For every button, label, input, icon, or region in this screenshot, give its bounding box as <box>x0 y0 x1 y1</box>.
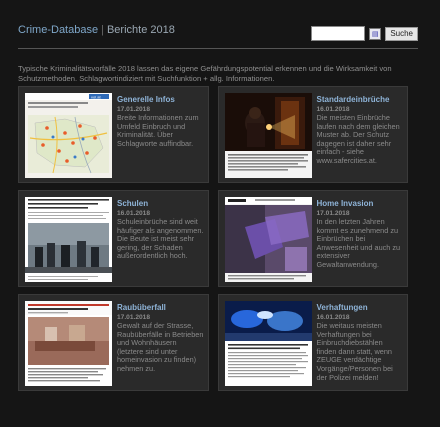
report-date: 17.01.2018 <box>316 210 350 217</box>
report-description: Gewalt auf der Strasse, Raubüberfälle in… <box>117 321 204 373</box>
header-divider <box>18 48 418 49</box>
report-card-home-invasion[interactable]: Home Invasion 17.01.2018 In den letzten … <box>217 190 408 287</box>
report-title[interactable]: Schulen <box>117 199 204 208</box>
robbery-thumbnail-image[interactable] <box>25 301 112 386</box>
page: Crime-Database | Berichte 2018 ▤ Suche Typ… <box>0 0 440 427</box>
report-date: 17.01.2018 <box>117 106 151 113</box>
police-thumbnail-image[interactable] <box>224 301 312 386</box>
search-options-icon[interactable]: ▤ <box>369 27 382 40</box>
report-title[interactable]: Raubüberfall <box>117 303 204 312</box>
report-description: Die meisten Einbrüche laufen nach dem gl… <box>316 113 400 165</box>
map-thumbnail-image[interactable]: vol.at <box>25 93 112 178</box>
school-thumbnail-image[interactable] <box>25 197 112 282</box>
report-date: 16.01.2018 <box>316 106 350 113</box>
report-card-text: Schulen 16.01.2018 Schuleinbrüche sind w… <box>117 199 204 261</box>
report-description: In den letzten Jahren kommt es zunehmend… <box>316 217 401 269</box>
report-card-generelle-infos[interactable]: vol.at Generelle Infos 17.01.2018 Breite… <box>18 86 209 183</box>
report-card-text: Standardeinbrüche 16.01.2018 Die meisten… <box>317 95 404 166</box>
report-title[interactable]: Standardeinbrüche <box>317 95 404 104</box>
report-card-raubueberfall[interactable]: Raubüberfall 17.01.2018 Gewalt auf der S… <box>18 294 209 391</box>
report-title[interactable]: Verhaftungen <box>317 303 404 312</box>
report-date: 16.01.2018 <box>316 314 350 321</box>
report-card-verhaftungen[interactable]: Verhaftungen 16.01.2018 Die weitaus meis… <box>217 294 408 391</box>
search-input[interactable] <box>311 26 366 41</box>
report-description: Breite Informationen zum Umfeld Einbruch… <box>117 113 199 148</box>
report-title[interactable]: Home Invasion <box>317 199 404 208</box>
report-card-text: Generelle Infos 17.01.2018 Breite Inform… <box>117 95 204 148</box>
header: Crime-Database | Berichte 2018 <box>18 24 175 36</box>
title-separator: | <box>101 24 104 36</box>
report-card-text: Verhaftungen 16.01.2018 Die weitaus meis… <box>317 303 404 382</box>
report-card-schulen[interactable]: Schulen 16.01.2018 Schuleinbrüche sind w… <box>18 190 209 287</box>
report-description: Schuleinbrüche sind weit häufiger als an… <box>117 217 204 261</box>
report-card-text: Raubüberfall 17.01.2018 Gewalt auf der S… <box>117 303 204 374</box>
report-title[interactable]: Generelle Infos <box>117 95 204 104</box>
search-bar: ▤ Suche <box>311 26 418 41</box>
app-name-link[interactable]: Crime-Database <box>18 24 98 36</box>
intro-text: Typische Kriminalitätsvorfälle 2018 lass… <box>18 64 392 83</box>
burglar-thumbnail-image[interactable] <box>224 93 312 178</box>
search-button[interactable]: Suche <box>385 26 418 41</box>
report-card-text: Home Invasion 17.01.2018 In den letzten … <box>317 199 404 270</box>
page-title: Berichte 2018 <box>106 24 175 36</box>
home-invasion-thumbnail-image[interactable] <box>224 197 312 282</box>
report-date: 16.01.2018 <box>117 210 151 217</box>
report-grid: vol.at Generelle Infos 17.01.2018 Breite… <box>18 86 408 391</box>
report-card-standardeinbrueche[interactable]: Standardeinbrüche 16.01.2018 Die meisten… <box>217 86 408 183</box>
report-date: 17.01.2018 <box>117 314 151 321</box>
vol-logo: vol.at <box>91 94 101 99</box>
report-description: Die weitaus meisten Verhaftungen bei Ein… <box>316 321 393 382</box>
